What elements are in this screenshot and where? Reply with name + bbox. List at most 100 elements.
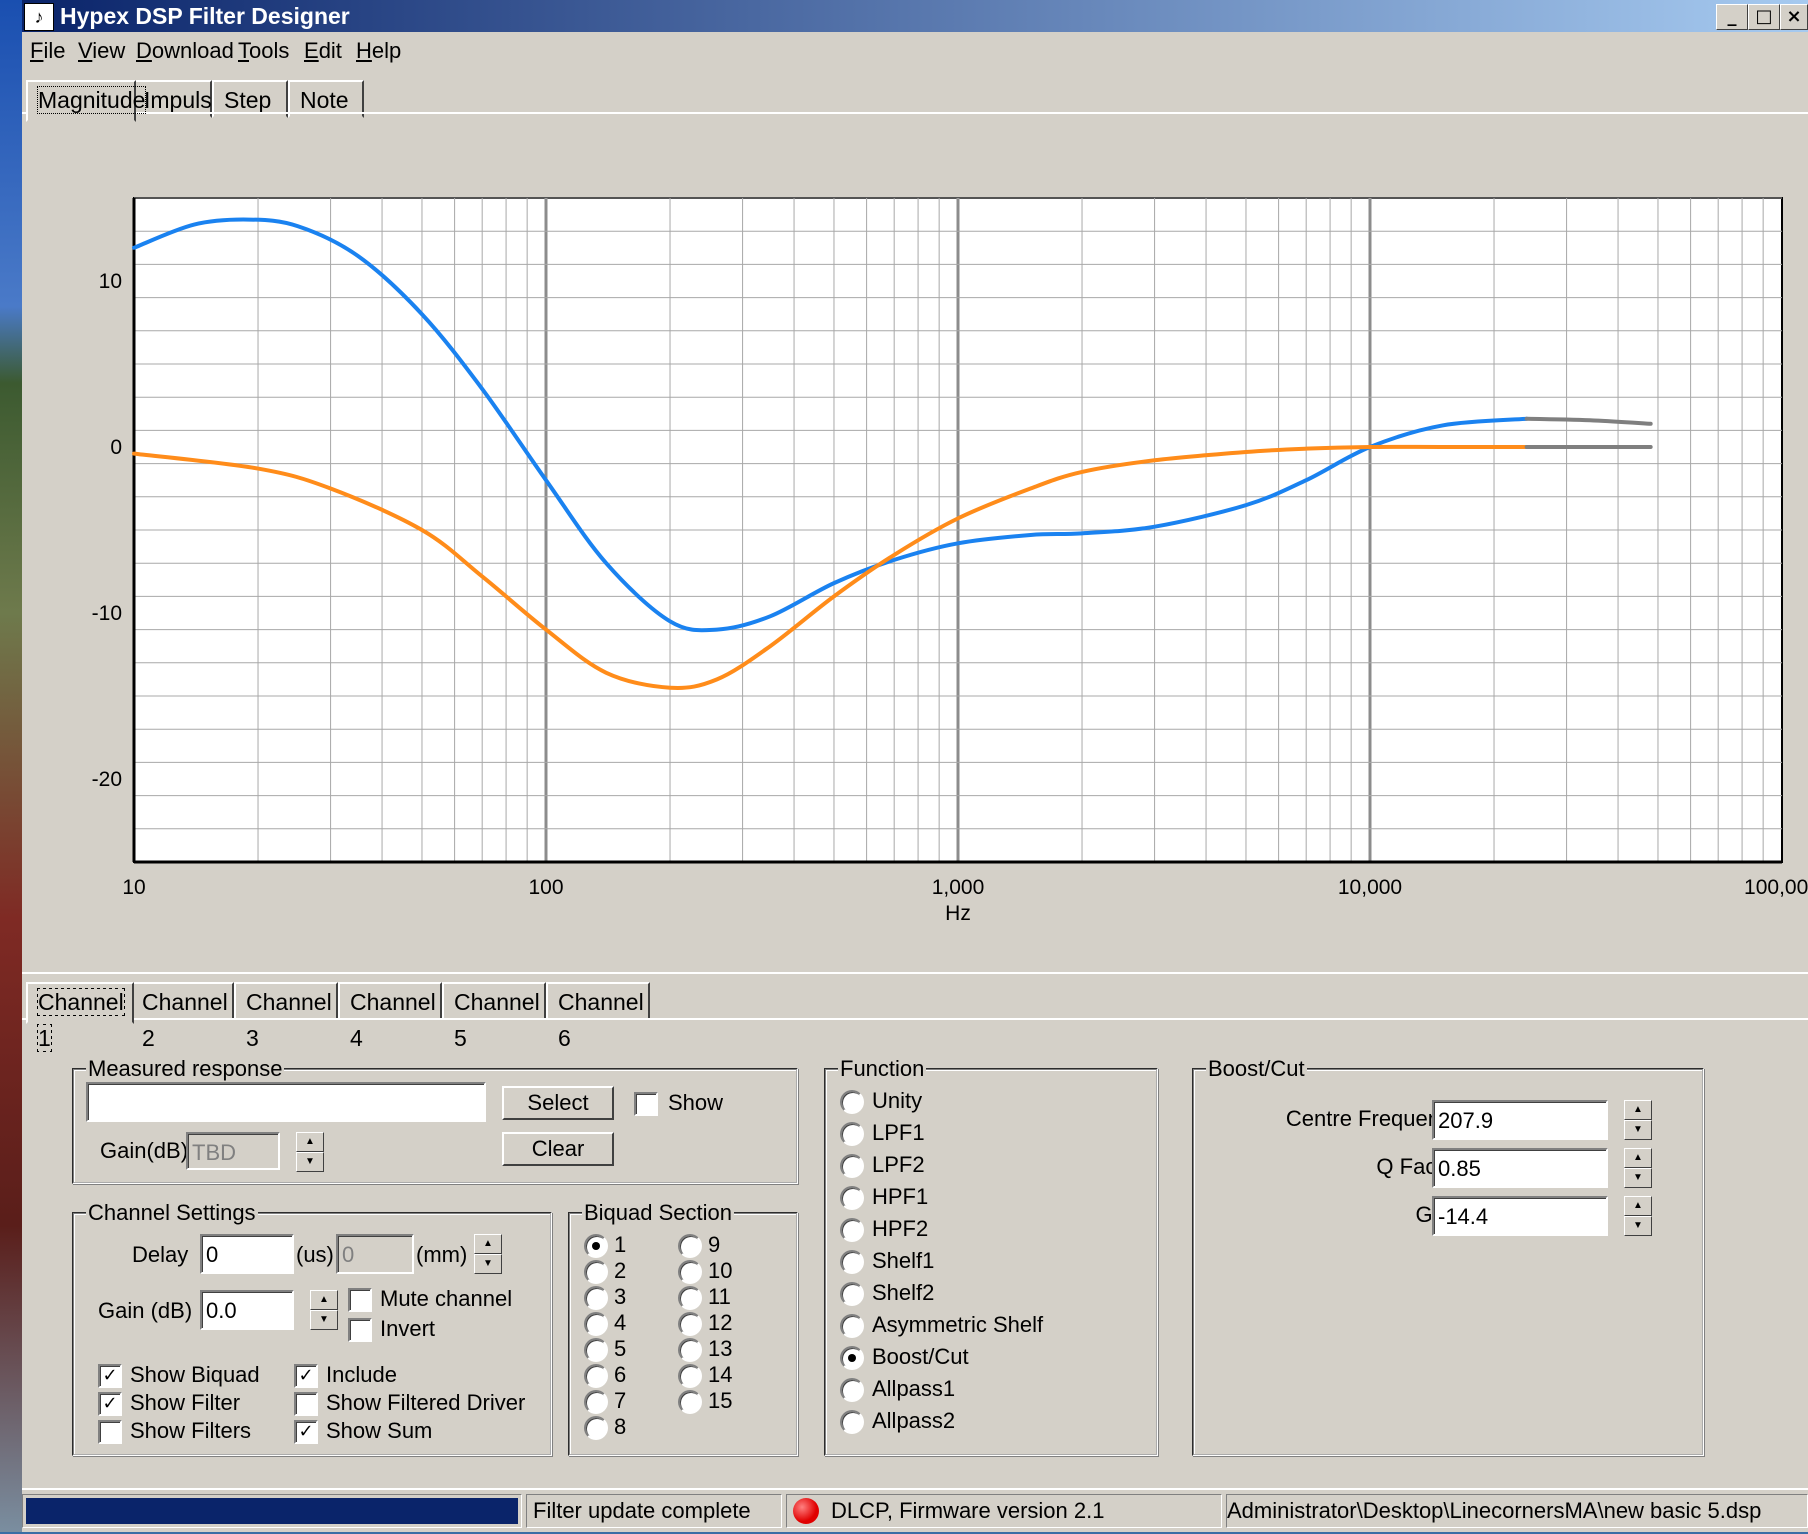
close-icon[interactable]: ×: [1780, 4, 1808, 30]
q-factor-spinner[interactable]: ▲ ▼: [1624, 1148, 1652, 1188]
biquad-radio-10[interactable]: [678, 1260, 702, 1284]
function-radio-shelf2[interactable]: [840, 1282, 864, 1306]
status-message: Filter update complete: [526, 1494, 782, 1528]
function-radio-allpass1[interactable]: [840, 1378, 864, 1402]
boost-cut-group: Boost/Cut Centre Frequency 207.9 ▲ ▼ Q Fa…: [1192, 1056, 1704, 1456]
centre-frequency-spinner[interactable]: ▲ ▼: [1624, 1100, 1652, 1140]
progress-bar: [22, 1494, 522, 1528]
title-bar[interactable]: ♪ Hypex DSP Filter Designer _ □ ×: [22, 0, 1808, 32]
spin-up-icon[interactable]: ▲: [1624, 1148, 1652, 1168]
measured-file-field[interactable]: [86, 1082, 486, 1122]
boost-gain-field[interactable]: -14.4: [1432, 1196, 1608, 1236]
biquad-radio-13[interactable]: [678, 1338, 702, 1362]
biquad-radio-8[interactable]: [584, 1416, 608, 1440]
progress-fill: [26, 1498, 518, 1524]
menu-tools[interactable]: Tools: [238, 38, 289, 64]
channel-gain-spinner[interactable]: ▲ ▼: [310, 1290, 338, 1330]
spin-down-icon[interactable]: ▼: [1624, 1216, 1652, 1236]
menu-view[interactable]: View: [78, 38, 125, 64]
spin-up-icon[interactable]: ▲: [1624, 1100, 1652, 1120]
biquad-radio-11[interactable]: [678, 1286, 702, 1310]
biquad-label-7: 7: [614, 1388, 627, 1413]
tab-channel-3[interactable]: Channel 3: [234, 982, 338, 1051]
menu-edit[interactable]: Edit: [304, 38, 342, 64]
invert-checkbox[interactable]: [348, 1318, 372, 1342]
biquad-radio-3[interactable]: [584, 1286, 608, 1310]
biquad-radio-4[interactable]: [584, 1312, 608, 1336]
spin-down-icon[interactable]: ▼: [310, 1310, 338, 1330]
function-radio-unity[interactable]: [840, 1090, 864, 1114]
delay-field[interactable]: 0: [200, 1234, 294, 1274]
function-legend: Function: [838, 1056, 927, 1082]
menu-download[interactable]: Download: [136, 38, 234, 64]
tab-channel-6[interactable]: Channel 6: [546, 982, 650, 1051]
centre-frequency-field[interactable]: 207.9: [1432, 1100, 1608, 1140]
function-label-lpf2: LPF2: [872, 1152, 925, 1177]
function-radio-allpass2[interactable]: [840, 1410, 864, 1434]
tab-channel-2[interactable]: Channel 2: [130, 982, 234, 1051]
function-radio-hpf2[interactable]: [840, 1218, 864, 1242]
biquad-radio-15[interactable]: [678, 1390, 702, 1414]
biquad-label-2: 2: [614, 1258, 627, 1283]
spin-down-icon[interactable]: ▼: [1624, 1120, 1652, 1140]
menu-label-rest: iew: [92, 38, 126, 63]
function-radio-boost-cut[interactable]: [840, 1346, 864, 1370]
spin-up-icon[interactable]: ▲: [296, 1132, 324, 1152]
show-filtered-driver-label: Show Filtered Driver: [326, 1390, 526, 1415]
channel-gain-field[interactable]: 0.0: [200, 1290, 294, 1330]
select-button[interactable]: Select: [502, 1086, 614, 1120]
tab-channel-5[interactable]: Channel 5: [442, 982, 546, 1051]
function-radio-shelf1[interactable]: [840, 1250, 864, 1274]
tab-magnitude[interactable]: Magnitude: [26, 80, 147, 122]
biquad-radio-9[interactable]: [678, 1234, 702, 1258]
measured-gain-spinner[interactable]: ▲ ▼: [296, 1132, 324, 1172]
show-biquad-checkbox[interactable]: ✓: [98, 1364, 122, 1388]
show-filters-checkbox[interactable]: [98, 1420, 122, 1444]
function-radio-lpf1[interactable]: [840, 1122, 864, 1146]
function-radio-lpf2[interactable]: [840, 1154, 864, 1178]
spin-up-icon[interactable]: ▲: [310, 1290, 338, 1310]
function-radio-asymmetric-shelf[interactable]: [840, 1314, 864, 1338]
show-filtered-driver-checkbox[interactable]: [294, 1392, 318, 1416]
tab-channel-4[interactable]: Channel 4: [338, 982, 442, 1051]
spin-up-icon[interactable]: ▲: [474, 1234, 502, 1254]
minimize-icon[interactable]: _: [1716, 4, 1748, 30]
spin-down-icon[interactable]: ▼: [474, 1254, 502, 1274]
function-label-hpf1: HPF1: [872, 1184, 929, 1209]
biquad-label-12: 12: [708, 1310, 733, 1335]
menu-file[interactable]: File: [30, 38, 65, 64]
delay-mm-field[interactable]: 0: [336, 1234, 414, 1274]
biquad-radio-5[interactable]: [584, 1338, 608, 1362]
mute-channel-checkbox[interactable]: [348, 1288, 372, 1312]
q-factor-field[interactable]: 0.85: [1432, 1148, 1608, 1188]
clear-button[interactable]: Clear: [502, 1132, 614, 1166]
show-filters-label: Show Filters: [130, 1418, 252, 1443]
function-radio-hpf1[interactable]: [840, 1186, 864, 1210]
biquad-radio-14[interactable]: [678, 1364, 702, 1388]
menu-label-rest: ownload: [151, 38, 234, 63]
x-axis-label: Hz: [945, 902, 971, 925]
boost-gain-spinner[interactable]: ▲ ▼: [1624, 1196, 1652, 1236]
tab-label: Channel 2: [142, 989, 228, 1051]
show-filter-checkbox[interactable]: ✓: [98, 1392, 122, 1416]
channel-settings-legend: Channel Settings: [86, 1200, 258, 1226]
tab-channel-1[interactable]: Channel 1: [26, 982, 134, 1052]
magnitude-chart: 100-10-20101001,00010,000100,000Hz: [92, 197, 1808, 925]
show-sum-checkbox[interactable]: ✓: [294, 1420, 318, 1444]
measured-gain-label: Gain(dB): [100, 1138, 189, 1163]
biquad-radio-12[interactable]: [678, 1312, 702, 1336]
include-checkbox[interactable]: ✓: [294, 1364, 318, 1388]
spin-down-icon[interactable]: ▼: [296, 1152, 324, 1172]
biquad-radio-1[interactable]: [584, 1234, 608, 1258]
measured-gain-field[interactable]: TBD: [186, 1132, 280, 1170]
menu-help[interactable]: Help: [356, 38, 401, 64]
invert-label: Invert: [380, 1316, 436, 1341]
biquad-radio-7[interactable]: [584, 1390, 608, 1414]
maximize-icon[interactable]: □: [1748, 4, 1780, 30]
spin-down-icon[interactable]: ▼: [1624, 1168, 1652, 1188]
biquad-radio-2[interactable]: [584, 1260, 608, 1284]
show-measured-checkbox[interactable]: [634, 1092, 658, 1116]
spin-up-icon[interactable]: ▲: [1624, 1196, 1652, 1216]
biquad-radio-6[interactable]: [584, 1364, 608, 1388]
delay-spinner[interactable]: ▲ ▼: [474, 1234, 502, 1274]
